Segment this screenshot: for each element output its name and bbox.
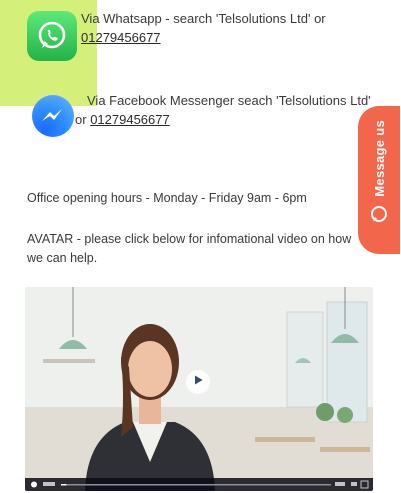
play-icon [192,373,204,391]
message-us-tab[interactable]: Message us [358,106,400,254]
video-controls-graphic [31,480,369,489]
avatar-info-text: AVATAR - please click below for infomati… [27,232,352,265]
whatsapp-label: Via Whatsapp - search 'Telsolutions Ltd'… [81,11,326,26]
message-us-label: Message us [371,120,387,197]
avatar-video[interactable] [25,287,373,491]
whatsapp-icon[interactable] [27,11,77,61]
whatsapp-phone-link[interactable]: 01279456677 [81,30,161,45]
progress-track [61,484,331,486]
whatsapp-contact-text: Via Whatsapp - search 'Telsolutions Ltd'… [81,9,381,47]
video-controls[interactable] [25,478,373,491]
messenger-contact-text: Via Facebook Messenger seach 'Telsolutio… [75,91,375,129]
progress-fill [61,484,67,486]
chat-bubble-icon [369,205,389,230]
office-hours-text: Office opening hours - Monday - Friday 9… [27,191,307,205]
messenger-phone-link[interactable]: 01279456677 [90,112,170,127]
play-button[interactable] [186,370,210,394]
messenger-icon[interactable] [32,95,74,137]
